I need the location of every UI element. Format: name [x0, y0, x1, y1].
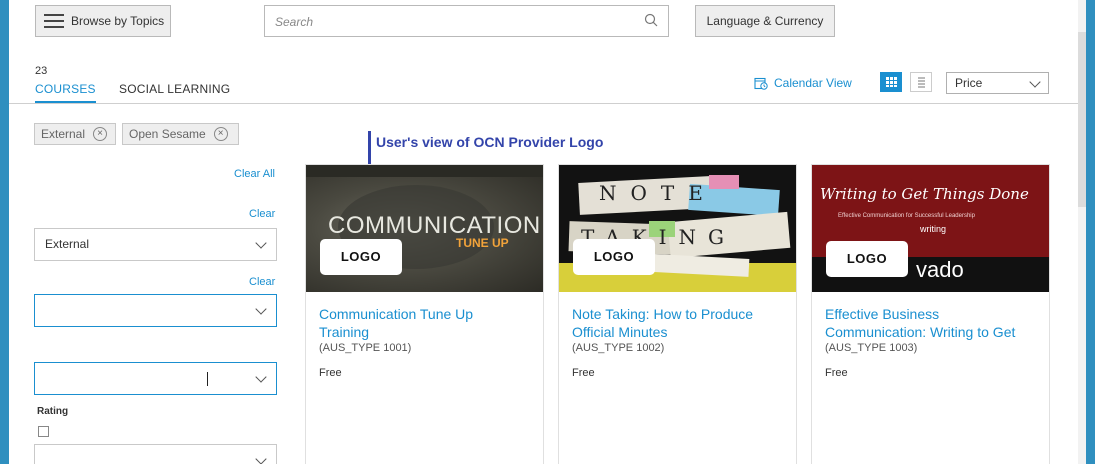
- hamburger-icon: [44, 14, 64, 28]
- chevron-down-icon: [1029, 76, 1041, 88]
- page: Browse by Topics Search Language & Curre…: [9, 0, 1086, 464]
- image-subtitle: TUNE UP: [456, 236, 509, 250]
- callout-label: User's view of OCN Provider Logo: [376, 134, 604, 150]
- tab-courses[interactable]: COURSES: [35, 82, 96, 103]
- course-price: Free: [319, 367, 342, 379]
- browse-label: Browse by Topics: [71, 14, 165, 28]
- course-code-prefix: (AUS_TYPE: [319, 342, 381, 354]
- filter-chip-open-sesame[interactable]: Open Sesame ×: [122, 123, 239, 145]
- image-title: COMMUNICATION: [328, 212, 541, 239]
- search-placeholder: Search: [275, 15, 314, 29]
- type-select-value: External: [45, 237, 90, 251]
- chevron-down-icon: [255, 237, 267, 249]
- result-count: 23: [35, 65, 48, 77]
- chip-label: External: [41, 127, 86, 141]
- calendar-icon: [754, 77, 768, 90]
- image-subtitle: Effective Communication for Successful L…: [838, 213, 975, 219]
- course-title-line: Effective Business: [825, 306, 940, 322]
- course-title-line: Training: [319, 324, 370, 340]
- rating-label: Rating: [37, 406, 69, 417]
- course-title[interactable]: Communication Tune Up Training: [319, 305, 535, 341]
- close-circle-icon[interactable]: ×: [213, 127, 228, 141]
- course-card[interactable]: Writing to Get Things Done Effective Com…: [811, 164, 1050, 464]
- rating-checkbox[interactable]: [38, 426, 49, 437]
- chevron-down-icon: [255, 453, 267, 464]
- sort-select[interactable]: Price: [946, 72, 1049, 94]
- rating-select[interactable]: [34, 444, 277, 464]
- course-code-num: 1002): [636, 342, 665, 354]
- course-title[interactable]: Note Taking: How to Produce Official Min…: [572, 305, 788, 341]
- divider: [9, 103, 1078, 104]
- provider-logo: LOGO: [826, 241, 908, 277]
- grid-view-icon: [886, 77, 897, 87]
- filter-chip-external[interactable]: External ×: [34, 123, 116, 145]
- close-circle-icon[interactable]: ×: [93, 127, 108, 141]
- course-code-prefix: (AUS_TYPE: [572, 342, 634, 354]
- course-code: (AUS_TYPE 1001): [319, 342, 411, 354]
- image-title: Writing to Get Things Done: [820, 185, 1029, 203]
- course-thumbnail: COMMUNICATION TUNE UP LOGO: [306, 165, 543, 292]
- sort-value: Price: [955, 76, 983, 90]
- course-code-num: 1001): [383, 342, 412, 354]
- provider-logo: LOGO: [573, 239, 655, 275]
- image-brand-small: writing: [920, 224, 947, 234]
- tab-social-learning[interactable]: SOCIAL LEARNING: [119, 82, 230, 96]
- course-thumbnail: NOTE TAKING LOGO: [559, 165, 796, 292]
- course-card[interactable]: NOTE TAKING LOGO Note Taking: How to Pro…: [558, 164, 797, 464]
- course-thumbnail: Writing to Get Things Done Effective Com…: [812, 165, 1049, 292]
- course-title-line: Official Minutes: [572, 324, 668, 340]
- course-code-num: 1003): [889, 342, 918, 354]
- list-view-button[interactable]: [910, 72, 932, 92]
- scrollbar[interactable]: [1078, 0, 1086, 464]
- course-title-line: Note Taking: How to Produce: [572, 306, 754, 322]
- chevron-down-icon: [255, 303, 267, 315]
- chevron-down-icon: [255, 371, 267, 383]
- course-code: (AUS_TYPE 1003): [825, 342, 917, 354]
- course-price: Free: [572, 367, 595, 379]
- calendar-view-label: Calendar View: [774, 76, 852, 90]
- clear-link[interactable]: Clear: [249, 276, 275, 288]
- course-card[interactable]: COMMUNICATION TUNE UP LOGO Communication…: [305, 164, 544, 464]
- course-code: (AUS_TYPE 1002): [572, 342, 664, 354]
- course-title-line: Communication: Writing to Get: [825, 324, 1016, 340]
- text-cursor: [207, 372, 208, 386]
- browse-by-topics-button[interactable]: Browse by Topics: [35, 5, 171, 37]
- chip-label: Open Sesame: [129, 127, 206, 141]
- type-select[interactable]: External: [34, 228, 277, 261]
- language-currency-label: Language & Currency: [706, 14, 824, 28]
- list-view-icon: [918, 77, 925, 88]
- image-brand: vado: [916, 257, 964, 282]
- course-code-prefix: (AUS_TYPE: [825, 342, 887, 354]
- filter-select[interactable]: [34, 362, 277, 395]
- search-input[interactable]: Search: [264, 5, 669, 37]
- grid-view-button[interactable]: [880, 72, 902, 92]
- provider-select[interactable]: [34, 294, 277, 327]
- search-icon[interactable]: [644, 13, 658, 27]
- calendar-view-link[interactable]: Calendar View: [754, 76, 852, 90]
- clear-all-link[interactable]: Clear All: [234, 168, 275, 180]
- course-title[interactable]: Effective Business Communication: Writin…: [825, 305, 1041, 341]
- course-price: Free: [825, 367, 848, 379]
- course-title-line: Communication Tune Up: [319, 306, 474, 322]
- language-currency-button[interactable]: Language & Currency: [695, 5, 835, 37]
- provider-logo: LOGO: [320, 239, 402, 275]
- clear-link[interactable]: Clear: [249, 208, 275, 220]
- image-title: NOTE: [599, 181, 717, 205]
- scrollbar-thumb[interactable]: [1078, 32, 1086, 207]
